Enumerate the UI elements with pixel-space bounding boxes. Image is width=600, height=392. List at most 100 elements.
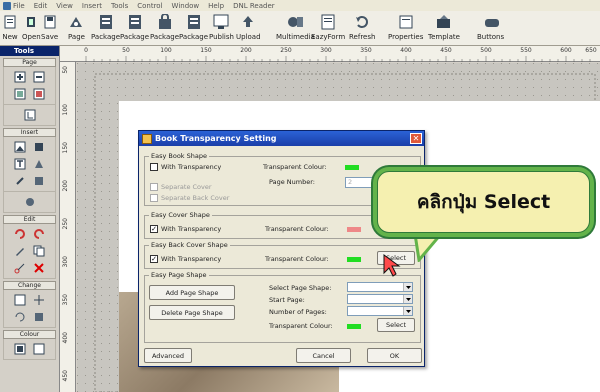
page-shape-select-button[interactable]: Select: [377, 318, 415, 332]
menu-tools[interactable]: Tools: [111, 2, 128, 10]
cut-icon[interactable]: [12, 261, 28, 275]
remove-page-icon[interactable]: [31, 70, 47, 84]
move-icon[interactable]: [31, 293, 47, 307]
advanced-button[interactable]: Advanced: [144, 348, 192, 363]
dialog-app-icon: [142, 133, 152, 144]
menu-control[interactable]: Control: [137, 2, 162, 10]
callout-pointer: [413, 234, 443, 262]
insert-section: Insert: [3, 128, 56, 213]
tools-panel-header: Tools: [0, 46, 59, 56]
chevron-down-icon: [403, 295, 412, 303]
dialog-title: Book Transparency Setting: [155, 134, 277, 143]
separate-cover-checkbox[interactable]: Separate Cover: [150, 183, 212, 191]
package-icon: [98, 13, 114, 31]
open-icon: [23, 13, 39, 31]
save-icon: [42, 13, 58, 31]
menu-insert[interactable]: Insert: [82, 2, 102, 10]
resize-icon[interactable]: [12, 293, 28, 307]
menu-edit[interactable]: Edit: [34, 2, 48, 10]
buttons-button[interactable]: Buttons: [477, 13, 504, 44]
fill-colour-icon[interactable]: [12, 342, 28, 356]
page-colour-swatch: [347, 324, 361, 329]
multimedia-button[interactable]: Multimedia: [276, 13, 315, 44]
easy-back-cover-shape-group: Easy Back Cover Shape ✓ With Transparency…: [144, 241, 421, 269]
page-settings-icon[interactable]: [12, 87, 28, 101]
package-button-4[interactable]: Package: [179, 13, 208, 44]
open-button[interactable]: Open: [22, 13, 41, 44]
template-button[interactable]: Template: [428, 13, 460, 44]
ok-button[interactable]: OK: [367, 348, 422, 363]
cancel-button[interactable]: Cancel: [296, 348, 351, 363]
mouse-cursor-icon: [383, 254, 401, 277]
redo-icon[interactable]: [31, 227, 47, 241]
menu-file[interactable]: File: [13, 2, 25, 10]
delete-page-shape-button[interactable]: Delete Page Shape: [149, 305, 235, 320]
select-page-shape-dropdown[interactable]: [347, 282, 413, 292]
page-section: Page: [3, 58, 56, 126]
page-background-icon[interactable]: [31, 87, 47, 101]
cover-colour-swatch: [347, 227, 361, 232]
page-icon: [68, 13, 84, 31]
package-icon: [186, 13, 202, 31]
delete-icon[interactable]: [31, 261, 47, 275]
package-button-3[interactable]: Package: [150, 13, 179, 44]
properties-icon: [398, 13, 414, 31]
page-layout-icon[interactable]: [22, 108, 38, 122]
cover-with-transparency-checkbox[interactable]: ✓ With Transparency: [150, 225, 221, 233]
instruction-callout: คลิกปุ่ม Select: [377, 171, 590, 233]
back-cover-with-transparency-checkbox[interactable]: ✓ With Transparency: [150, 255, 221, 263]
eazyform-button[interactable]: EazyForm: [311, 13, 345, 44]
undo-icon[interactable]: [12, 227, 28, 241]
insert-image-icon[interactable]: [12, 140, 28, 154]
start-page-dropdown[interactable]: [347, 294, 413, 304]
package-button-1[interactable]: Package: [91, 13, 120, 44]
edit-section: Edit: [3, 215, 56, 279]
dialog-title-bar: Book Transparency Setting: [139, 131, 424, 146]
buttons-icon: [483, 13, 499, 31]
properties-button[interactable]: Properties: [388, 13, 423, 44]
menu-view[interactable]: View: [56, 2, 73, 10]
change-section: Change: [3, 281, 56, 328]
rotate-icon[interactable]: [12, 310, 28, 324]
page-button[interactable]: Page: [68, 13, 85, 44]
app-icon: [3, 1, 11, 10]
line-colour-icon[interactable]: [31, 342, 47, 356]
package-icon: [127, 13, 143, 31]
upload-button[interactable]: Upload: [236, 13, 261, 44]
book-with-transparency-checkbox[interactable]: With Transparency: [150, 163, 221, 171]
refresh-button[interactable]: Refresh: [349, 13, 375, 44]
ruler-ticks: [85, 56, 591, 62]
pencil-icon[interactable]: [12, 244, 28, 258]
insert-shape-icon[interactable]: [31, 157, 47, 171]
transform-icon[interactable]: [31, 310, 47, 324]
insert-flash-icon[interactable]: [31, 174, 47, 188]
colour-section: Colour: [3, 330, 56, 360]
save-button[interactable]: Save: [41, 13, 58, 44]
callout-text: คลิกปุ่ม Select: [416, 191, 551, 213]
horizontal-ruler: 0 50 100 150 200 250 300 350 400 450 500…: [60, 46, 600, 62]
chevron-down-icon: [403, 283, 412, 291]
insert-text-icon[interactable]: [12, 157, 28, 171]
publish-button[interactable]: Publish: [209, 13, 234, 44]
form-icon: [320, 13, 336, 31]
menu-window[interactable]: Window: [172, 2, 200, 10]
number-of-pages-dropdown[interactable]: [347, 306, 413, 316]
menu-dnl-reader[interactable]: DNL Reader: [233, 2, 275, 10]
add-page-shape-button[interactable]: Add Page Shape: [149, 285, 235, 300]
new-button[interactable]: New: [2, 13, 18, 44]
insert-sound-icon[interactable]: [22, 195, 38, 209]
add-page-icon[interactable]: [12, 70, 28, 84]
new-icon: [2, 13, 18, 31]
application-window: File Edit View Insert Tools Control Wind…: [0, 0, 600, 392]
copy-icon[interactable]: [31, 244, 47, 258]
template-icon: [436, 13, 452, 31]
menu-help[interactable]: Help: [208, 2, 224, 10]
book-transparency-dialog: Book Transparency Setting ✕ Easy Book Sh…: [138, 130, 425, 367]
dialog-close-button[interactable]: ✕: [410, 133, 422, 144]
package-button-2[interactable]: Package: [120, 13, 149, 44]
package-lock-icon: [157, 13, 173, 31]
upload-icon: [240, 13, 256, 31]
separate-back-cover-checkbox[interactable]: Separate Back Cover: [150, 194, 229, 202]
insert-object-icon[interactable]: [31, 140, 47, 154]
insert-link-icon[interactable]: [12, 174, 28, 188]
